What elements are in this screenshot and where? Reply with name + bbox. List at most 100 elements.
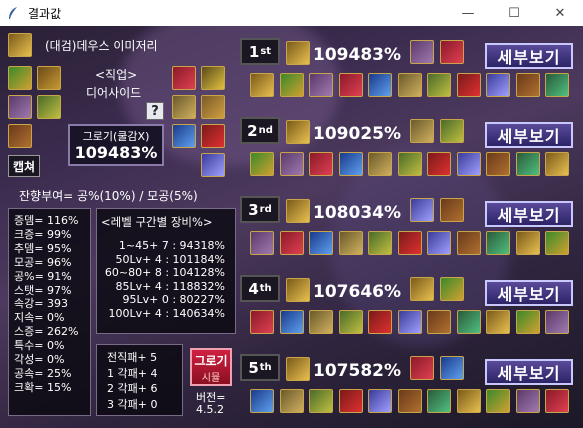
equip-slot[interactable] [279, 73, 304, 97]
equip-slot[interactable] [37, 66, 61, 90]
equip-slot[interactable] [397, 389, 422, 413]
equip-slot[interactable] [338, 231, 363, 255]
equip-slot[interactable] [250, 73, 274, 97]
equip-slot[interactable] [545, 231, 569, 255]
equip-slot[interactable] [309, 73, 333, 97]
equip-slot[interactable] [368, 310, 392, 334]
equip-slot[interactable] [456, 152, 481, 176]
equip-slot[interactable] [410, 356, 434, 380]
equip-slot[interactable] [338, 389, 363, 413]
equip-slot[interactable] [279, 389, 304, 413]
help-button[interactable]: ? [146, 102, 164, 120]
equip-slot[interactable] [410, 277, 434, 301]
rank-suffix: rd [259, 204, 272, 215]
equip-slot[interactable] [309, 231, 333, 255]
weapon-slot[interactable] [286, 120, 310, 144]
equip-slot[interactable] [250, 310, 274, 334]
equip-slot[interactable] [201, 153, 225, 177]
result-percent: 109025% [313, 124, 402, 144]
equip-slot[interactable] [279, 152, 304, 176]
equip-slot[interactable] [515, 73, 540, 97]
equip-slot[interactable] [427, 152, 451, 176]
equip-slot[interactable] [397, 231, 422, 255]
detail-button[interactable]: 세부보기 [485, 122, 573, 148]
equip-slot[interactable] [486, 310, 510, 334]
equip-slot[interactable] [545, 73, 569, 97]
equip-slot[interactable] [368, 73, 392, 97]
weapon-slot[interactable] [286, 41, 310, 65]
equip-slot[interactable] [309, 389, 333, 413]
maximize-button[interactable]: ☐ [491, 0, 537, 26]
equip-slot[interactable] [440, 40, 464, 64]
equip-slot[interactable] [309, 152, 333, 176]
equip-slot[interactable] [397, 310, 422, 334]
equip-slot[interactable] [456, 231, 481, 255]
detail-button[interactable]: 세부보기 [485, 359, 573, 385]
equip-slot[interactable] [338, 73, 363, 97]
equip-slot[interactable] [8, 95, 32, 119]
equip-slot[interactable] [37, 95, 61, 119]
capture-button[interactable]: 캡쳐 [8, 155, 40, 177]
equip-slot[interactable] [368, 231, 392, 255]
grogi-sim-button[interactable]: 그로기 시뮬 [190, 348, 232, 386]
equip-slot[interactable] [486, 73, 510, 97]
weapon-slot[interactable] [286, 199, 310, 223]
close-button[interactable]: ✕ [537, 0, 583, 26]
equip-slot[interactable] [515, 310, 540, 334]
equip-slot[interactable] [456, 73, 481, 97]
level-row: 95Lv+ 0 : 80227% [122, 293, 226, 306]
equip-slot[interactable] [515, 389, 540, 413]
weapon-slot[interactable] [286, 357, 310, 381]
rank-badge: 1st [240, 38, 280, 65]
detail-button[interactable]: 세부보기 [485, 201, 573, 227]
minimize-button[interactable]: — [445, 0, 491, 26]
equip-slot[interactable] [250, 152, 274, 176]
equip-slot[interactable] [486, 389, 510, 413]
equip-slot[interactable] [545, 152, 569, 176]
equip-slot[interactable] [440, 198, 464, 222]
equip-slot[interactable] [515, 231, 540, 255]
equip-slot[interactable] [8, 66, 32, 90]
equip-slot[interactable] [309, 310, 333, 334]
equip-slot[interactable] [427, 389, 451, 413]
equip-slot[interactable] [201, 95, 225, 119]
equip-slot[interactable] [410, 40, 434, 64]
equip-slot[interactable] [456, 389, 481, 413]
equip-slot[interactable] [279, 310, 304, 334]
equip-slot[interactable] [410, 198, 434, 222]
equip-slot[interactable] [172, 95, 196, 119]
equip-slot[interactable] [440, 277, 464, 301]
equip-slot[interactable] [545, 310, 569, 334]
equip-slot[interactable] [368, 152, 392, 176]
weapon-slot[interactable] [8, 33, 32, 57]
equip-slot[interactable] [486, 231, 510, 255]
equip-slot[interactable] [201, 124, 225, 148]
equip-slot[interactable] [515, 152, 540, 176]
equip-slot[interactable] [201, 66, 225, 90]
equip-slot[interactable] [8, 124, 32, 148]
equip-slot[interactable] [410, 119, 434, 143]
equip-slot[interactable] [486, 152, 510, 176]
equip-slot[interactable] [397, 152, 422, 176]
equip-slot[interactable] [338, 152, 363, 176]
equip-slot[interactable] [397, 73, 422, 97]
equip-slot[interactable] [172, 124, 196, 148]
equip-slot[interactable] [250, 231, 274, 255]
equip-slot[interactable] [427, 73, 451, 97]
detail-button[interactable]: 세부보기 [485, 43, 573, 69]
equip-slot[interactable] [368, 389, 392, 413]
equip-slot[interactable] [440, 119, 464, 143]
equip-slot[interactable] [338, 310, 363, 334]
detail-button[interactable]: 세부보기 [485, 280, 573, 306]
equip-slot[interactable] [427, 310, 451, 334]
equip-slot[interactable] [279, 231, 304, 255]
equip-slot[interactable] [427, 231, 451, 255]
grogi-value: 109483% [74, 143, 158, 162]
awaken-row: 2 각패+ 6 [107, 382, 158, 395]
equip-slot[interactable] [456, 310, 481, 334]
equip-slot[interactable] [250, 389, 274, 413]
weapon-slot[interactable] [286, 278, 310, 302]
equip-slot[interactable] [172, 66, 196, 90]
equip-slot[interactable] [545, 389, 569, 413]
equip-slot[interactable] [440, 356, 464, 380]
